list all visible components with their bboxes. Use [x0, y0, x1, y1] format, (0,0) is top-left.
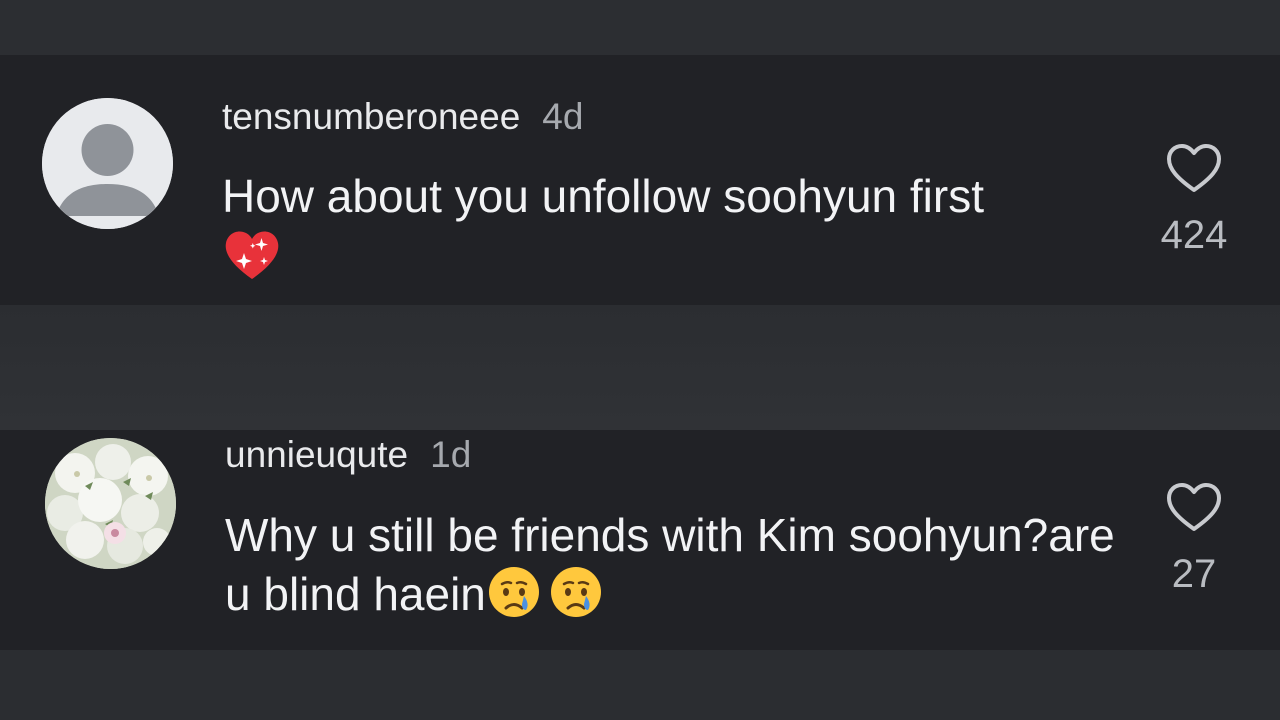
comment-meta: unnieuqute 1d [225, 434, 471, 476]
crying-face-icon [486, 564, 542, 620]
avatar[interactable] [45, 438, 176, 569]
default-avatar-icon [42, 98, 173, 229]
list-footer [0, 650, 1280, 720]
comments-screen: tensnumberoneee 4d How about you unfollow… [0, 0, 1280, 720]
heart-outline-icon[interactable] [1165, 143, 1223, 195]
comment-item: tensnumberoneee 4d How about you unfollow… [0, 55, 1280, 305]
like-count: 27 [1171, 552, 1217, 596]
comment-text: Why u still be friends with Kim soohyun?… [225, 506, 1125, 623]
sparkling-heart-icon [222, 225, 282, 283]
flowers-photo-icon [45, 438, 176, 569]
like-control: 27 [1144, 482, 1244, 597]
comment-item: unnieuqute 1d Why u still be friends with… [0, 430, 1280, 650]
comment-text-content: How about you unfollow soohyun first [222, 170, 984, 222]
avatar[interactable] [42, 98, 173, 229]
comment-text-content: Why u still be friends with Kim soohyun?… [225, 509, 1115, 620]
crying-face-icon [542, 564, 602, 620]
like-count: 424 [1160, 213, 1228, 257]
comment-meta: tensnumberoneee 4d [222, 96, 583, 138]
username[interactable]: tensnumberoneee [222, 96, 520, 137]
comment-text: How about you unfollow soohyun first [222, 167, 1122, 286]
timestamp: 4d [542, 96, 584, 137]
separator [0, 305, 1280, 430]
timestamp: 1d [430, 434, 472, 475]
like-control: 424 [1144, 143, 1244, 258]
heart-outline-icon[interactable] [1165, 482, 1223, 534]
username[interactable]: unnieuqute [225, 434, 408, 475]
